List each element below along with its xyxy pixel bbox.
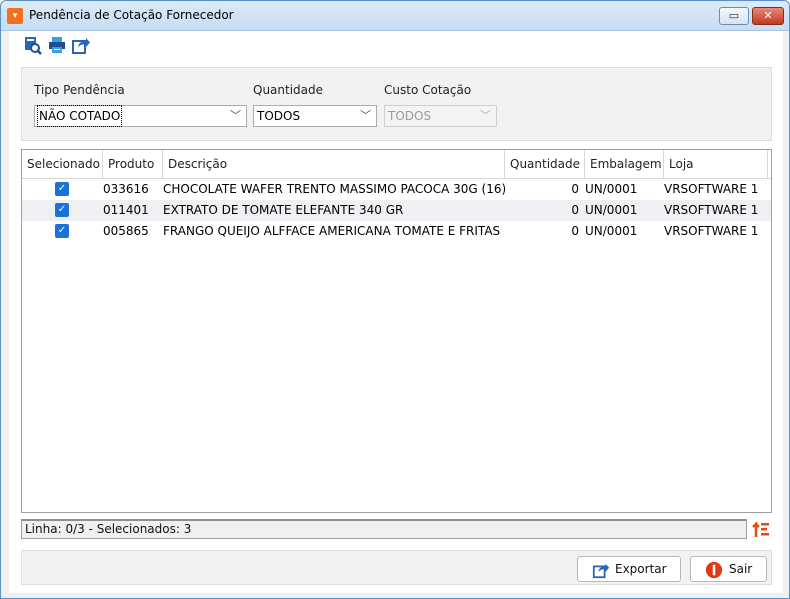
export-icon[interactable]: [71, 35, 91, 55]
restore-button[interactable]: ▭: [719, 7, 749, 25]
custo-cotacao-value: TODOS: [388, 109, 432, 123]
cell-produto: 033616: [103, 182, 149, 196]
tipo-pendencia-label: Tipo Pendência: [34, 83, 125, 97]
cell-embalagem: UN/0001: [585, 203, 638, 217]
table-row[interactable]: ✓ 011401 EXTRATO DE TOMATE ELEFANTE 340 …: [22, 200, 771, 221]
filter-panel: Tipo Pendência NÃO COTADO ﹀ Quantidade T…: [21, 67, 772, 141]
title-bar[interactable]: ▾ Pendência de Cotação Fornecedor ▭ ✕: [1, 1, 789, 31]
action-panel: Exportar Sair: [21, 550, 772, 585]
table-row[interactable]: ✓ 033616 CHOCOLATE WAFER TRENTO MASSIMO …: [22, 179, 771, 200]
cell-descricao: FRANGO QUEIJO ALFFACE AMERICANA TOMATE E…: [163, 224, 501, 238]
row-checkbox[interactable]: ✓: [55, 203, 69, 217]
cell-embalagem: UN/0001: [585, 182, 638, 196]
window-content: Tipo Pendência NÃO COTADO ﹀ Quantidade T…: [9, 31, 783, 593]
cell-loja: VRSOFTWARE 1: [664, 203, 759, 217]
sort-descending-icon[interactable]: [751, 519, 771, 539]
search-preview-icon[interactable]: [23, 35, 43, 55]
column-header-selecionado[interactable]: Selecionado: [22, 150, 103, 179]
custo-cotacao-select: TODOS ﹀: [384, 105, 497, 127]
column-header-embalagem[interactable]: Embalagem: [585, 150, 664, 179]
status-bar: Linha: 0/3 - Selecionados: 3: [21, 519, 747, 539]
main-window: ▾ Pendência de Cotação Fornecedor ▭ ✕ Ti…: [0, 0, 790, 599]
column-header-loja[interactable]: Loja: [664, 150, 768, 179]
exit-button[interactable]: Sair: [690, 556, 767, 582]
cell-quantidade: 0: [571, 203, 579, 217]
chevron-down-icon: ﹀: [230, 109, 241, 122]
table-header: Selecionado Produto Descrição Quantidade…: [22, 150, 771, 179]
app-logo-icon: ▾: [7, 8, 23, 24]
cell-loja: VRSOFTWARE 1: [664, 224, 759, 238]
cell-loja: VRSOFTWARE 1: [664, 182, 759, 196]
exit-icon: [705, 561, 723, 579]
column-header-descricao[interactable]: Descrição: [163, 150, 505, 179]
exit-button-label: Sair: [729, 562, 753, 576]
quantidade-select[interactable]: TODOS ﹀: [253, 105, 377, 127]
cell-descricao: CHOCOLATE WAFER TRENTO MASSIMO PACOCA 30…: [163, 182, 507, 196]
column-header-quantidade[interactable]: Quantidade: [505, 150, 585, 179]
export-button[interactable]: Exportar: [577, 556, 681, 582]
close-button[interactable]: ✕: [752, 7, 784, 25]
quantidade-value: TODOS: [257, 109, 301, 123]
cell-embalagem: UN/0001: [585, 224, 638, 238]
table-row[interactable]: ✓ 005865 FRANGO QUEIJO ALFFACE AMERICANA…: [22, 221, 771, 242]
export-icon: [592, 563, 610, 579]
column-header-produto[interactable]: Produto: [103, 150, 163, 179]
row-checkbox[interactable]: ✓: [55, 224, 69, 238]
cell-produto: 011401: [103, 203, 149, 217]
print-icon[interactable]: [47, 35, 67, 55]
custo-cotacao-label: Custo Cotação: [384, 83, 472, 97]
window-title: Pendência de Cotação Fornecedor: [29, 8, 234, 22]
cell-produto: 005865: [103, 224, 149, 238]
cell-descricao: EXTRATO DE TOMATE ELEFANTE 340 GR: [163, 203, 404, 217]
cell-quantidade: 0: [571, 224, 579, 238]
quantidade-label: Quantidade: [253, 83, 324, 97]
chevron-down-icon: ﹀: [360, 109, 371, 122]
row-checkbox[interactable]: ✓: [55, 182, 69, 196]
chevron-down-icon: ﹀: [480, 109, 491, 122]
tipo-pendencia-value: NÃO COTADO: [36, 105, 123, 127]
tipo-pendencia-select[interactable]: NÃO COTADO ﹀: [34, 105, 247, 127]
products-table[interactable]: Selecionado Produto Descrição Quantidade…: [21, 149, 772, 513]
export-button-label: Exportar: [615, 562, 667, 576]
cell-quantidade: 0: [571, 182, 579, 196]
